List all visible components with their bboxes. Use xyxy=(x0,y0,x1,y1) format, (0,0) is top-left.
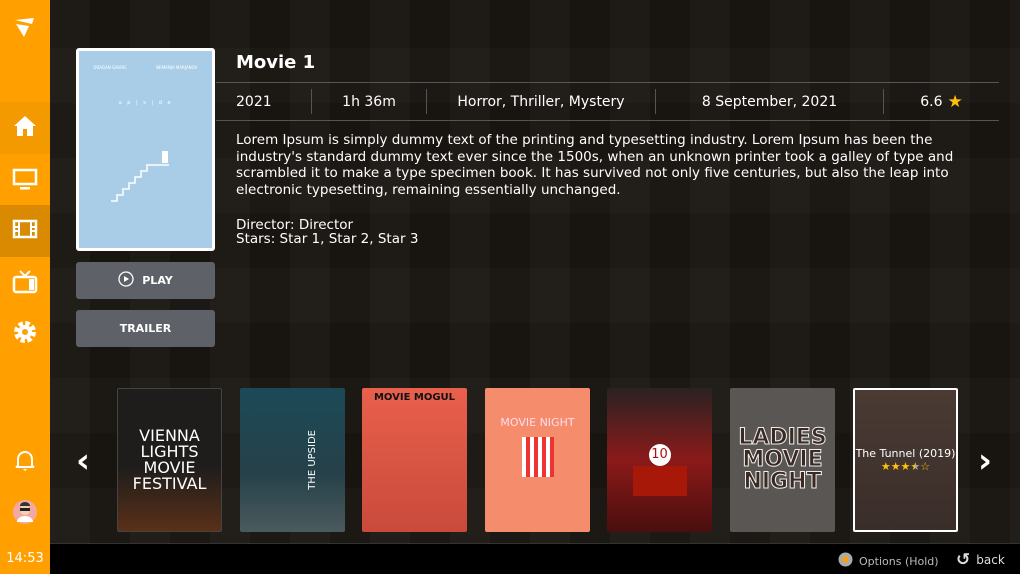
movie-director: Director: Director xyxy=(236,217,354,233)
movie-credits: Director: Director Stars: Star 1, Star 2… xyxy=(236,218,418,246)
poster-title: The Tunnel (2019) xyxy=(855,447,956,460)
carousel-poster[interactable]: VIENNA LIGHTS MOVIE FESTIVAL xyxy=(117,388,222,532)
chevron-right-icon: › xyxy=(978,441,993,481)
carousel-poster[interactable]: 10 xyxy=(607,388,712,532)
poster-text: 10 xyxy=(648,444,671,466)
poster-text: VIENNA LIGHTS MOVIE FESTIVAL xyxy=(132,426,207,493)
trailer-label: TRAILER xyxy=(119,322,172,335)
bell-icon xyxy=(12,447,38,477)
movie-meta-row: 2021 1h 36m Horror, Thriller, Mystery 8 … xyxy=(216,82,999,121)
carousel-poster[interactable]: THE UPSIDE xyxy=(240,388,345,532)
poster-laurel: DRAGAN GAVRIC xyxy=(93,65,128,70)
movie-poster: DRAGAN GAVRIC NEMANJA MARJANOV u p | s |… xyxy=(76,48,215,251)
poster-text: MOVIE MOGUL xyxy=(373,392,456,403)
poster-laurel: NEMANJA MARJANOV xyxy=(156,65,198,70)
poster-text: MOVIE NIGHT xyxy=(500,416,575,429)
play-circle-icon xyxy=(118,271,134,290)
carousel-prev-button[interactable]: ‹ xyxy=(76,441,90,481)
footer-bar: Options (Hold) ↺ back xyxy=(50,543,1020,574)
poster-text: LADIES MOVIE NIGHT xyxy=(738,425,827,494)
movie-genres: Horror, Thriller, Mystery xyxy=(427,89,656,114)
movie-rating: 6.6 ★ xyxy=(884,89,999,114)
sidebar-item-tv[interactable] xyxy=(0,155,50,207)
avatar-icon xyxy=(12,499,38,529)
movie-release-date: 8 September, 2021 xyxy=(656,89,884,114)
carousel-next-button[interactable]: › xyxy=(978,441,992,481)
back-button[interactable]: ↺ back xyxy=(956,550,1005,570)
profile-avatar[interactable] xyxy=(0,488,50,540)
chevron-left-icon: ‹ xyxy=(76,441,91,481)
star-icon: ★ xyxy=(947,91,963,112)
sidebar-item-movies[interactable] xyxy=(0,205,50,257)
carousel-poster[interactable]: MOVIE MOGUL xyxy=(362,388,467,532)
poster-banner xyxy=(632,466,687,496)
movie-duration: 1h 36m xyxy=(312,89,427,114)
poster-title: u p | s | d e xyxy=(118,100,173,106)
play-button[interactable]: PLAY xyxy=(76,262,215,299)
movie-year: 2021 xyxy=(216,89,312,114)
movie-stars: Stars: Star 1, Star 2, Star 3 xyxy=(236,231,419,247)
trailer-button[interactable]: TRAILER xyxy=(76,310,215,347)
options-hint[interactable]: Options (Hold) xyxy=(838,552,939,570)
gamepad-button-icon xyxy=(838,552,853,570)
sidebar-item-settings[interactable] xyxy=(0,308,50,360)
movie-title: Movie 1 xyxy=(236,52,316,73)
rating-stars: ★★★★☆ xyxy=(880,460,931,473)
home-icon xyxy=(12,113,38,143)
monitor-icon xyxy=(12,166,38,196)
rating-value: 6.6 xyxy=(920,93,943,110)
sidebar-item-home[interactable] xyxy=(0,102,50,154)
movie-description: Lorem Ipsum is simply dummy text of the … xyxy=(236,132,954,198)
popcorn-icon xyxy=(521,437,554,477)
sidebar: 14:53 xyxy=(0,0,50,574)
play-label: PLAY xyxy=(142,274,173,287)
back-arrow-icon: ↺ xyxy=(956,550,971,570)
film-icon xyxy=(12,216,38,246)
notifications-button[interactable] xyxy=(0,436,50,488)
poster-text: THE UPSIDE xyxy=(307,430,318,490)
logo-icon xyxy=(0,2,50,54)
carousel-poster[interactable]: LADIES MOVIE NIGHT xyxy=(730,388,835,532)
retro-tv-icon xyxy=(12,269,38,299)
gear-icon xyxy=(12,319,38,349)
options-label: Options (Hold) xyxy=(859,554,939,568)
carousel-poster-focused[interactable]: The Tunnel (2019) ★★★★☆ xyxy=(853,388,958,532)
stairs-art xyxy=(111,151,169,202)
clock: 14:53 xyxy=(6,551,44,566)
carousel-poster[interactable]: MOVIE NIGHT xyxy=(485,388,590,532)
sidebar-item-live-tv[interactable] xyxy=(0,258,50,310)
back-label: back xyxy=(976,553,1005,567)
